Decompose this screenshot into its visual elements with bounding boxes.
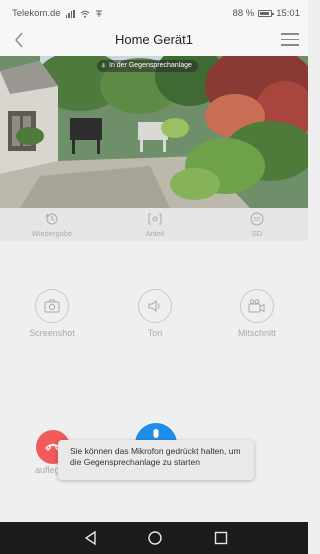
sd-label: SD <box>251 229 263 238</box>
mic-indicator-icon <box>101 63 106 68</box>
menu-button[interactable] <box>280 30 300 50</box>
hamburger-icon <box>280 33 300 46</box>
nav-back-button[interactable] <box>82 530 100 546</box>
wifi-icon <box>80 10 89 18</box>
live-video-view[interactable]: In der Gegensprechanlage <box>0 56 308 208</box>
hint-toast: Sie können das Mikrofon gedrückt halten,… <box>58 440 254 480</box>
square-recents-icon <box>214 531 228 545</box>
nav-home-button[interactable] <box>146 530 164 546</box>
battery-icon <box>258 10 275 17</box>
sd-button[interactable]: SD SD <box>217 212 297 238</box>
share-icon <box>148 213 162 225</box>
nfc-icon <box>95 10 102 17</box>
sound-button[interactable]: Ton <box>115 289 195 338</box>
camera-icon <box>44 299 60 313</box>
call-status-text: In der Gegensprechanlage <box>109 62 192 69</box>
title-bar: Home Gerät1 <box>0 24 308 56</box>
intercom-screen: Telekom.de 88 % 15:01 Home Gerät1 In der… <box>0 0 308 554</box>
video-record-icon <box>248 299 265 313</box>
carrier-label: Telekom.de <box>12 8 61 19</box>
screenshot-button[interactable]: Screenshot <box>12 289 92 338</box>
clock: 15:01 <box>276 8 300 19</box>
sound-label: Ton <box>147 328 163 338</box>
history-icon <box>45 213 58 225</box>
triangle-back-icon <box>84 530 96 546</box>
sd-card-icon: SD <box>250 212 264 226</box>
nav-recents-button[interactable] <box>212 530 230 546</box>
camera-feed-image <box>0 56 308 208</box>
speaker-icon <box>148 300 160 312</box>
record-circle[interactable] <box>240 289 274 323</box>
sound-circle[interactable] <box>138 289 172 323</box>
record-label: Mitschnitt <box>237 328 276 338</box>
circle-home-icon <box>148 531 162 545</box>
signal-icon <box>65 9 75 18</box>
share-label: Anteil <box>145 229 165 238</box>
call-status-badge: In der Gegensprechanlage <box>97 60 198 72</box>
system-nav-bar <box>0 522 308 554</box>
page-title: Home Gerät1 <box>114 32 194 47</box>
playback-button[interactable]: Wiedergabe <box>12 212 92 238</box>
screenshot-circle[interactable] <box>35 289 69 323</box>
hangup-label: aufleg <box>35 465 60 475</box>
svg-text:SD: SD <box>254 217 261 223</box>
status-bar: Telekom.de 88 % 15:01 <box>0 0 308 24</box>
share-button[interactable]: Anteil <box>115 212 195 238</box>
playback-label: Wiedergabe <box>31 229 73 238</box>
record-button[interactable]: Mitschnitt <box>217 289 297 338</box>
screenshot-label: Screenshot <box>29 328 75 338</box>
quick-action-bar: Wiedergabe Anteil SD SD <box>0 208 308 241</box>
battery-percent: 88 % <box>232 8 255 19</box>
